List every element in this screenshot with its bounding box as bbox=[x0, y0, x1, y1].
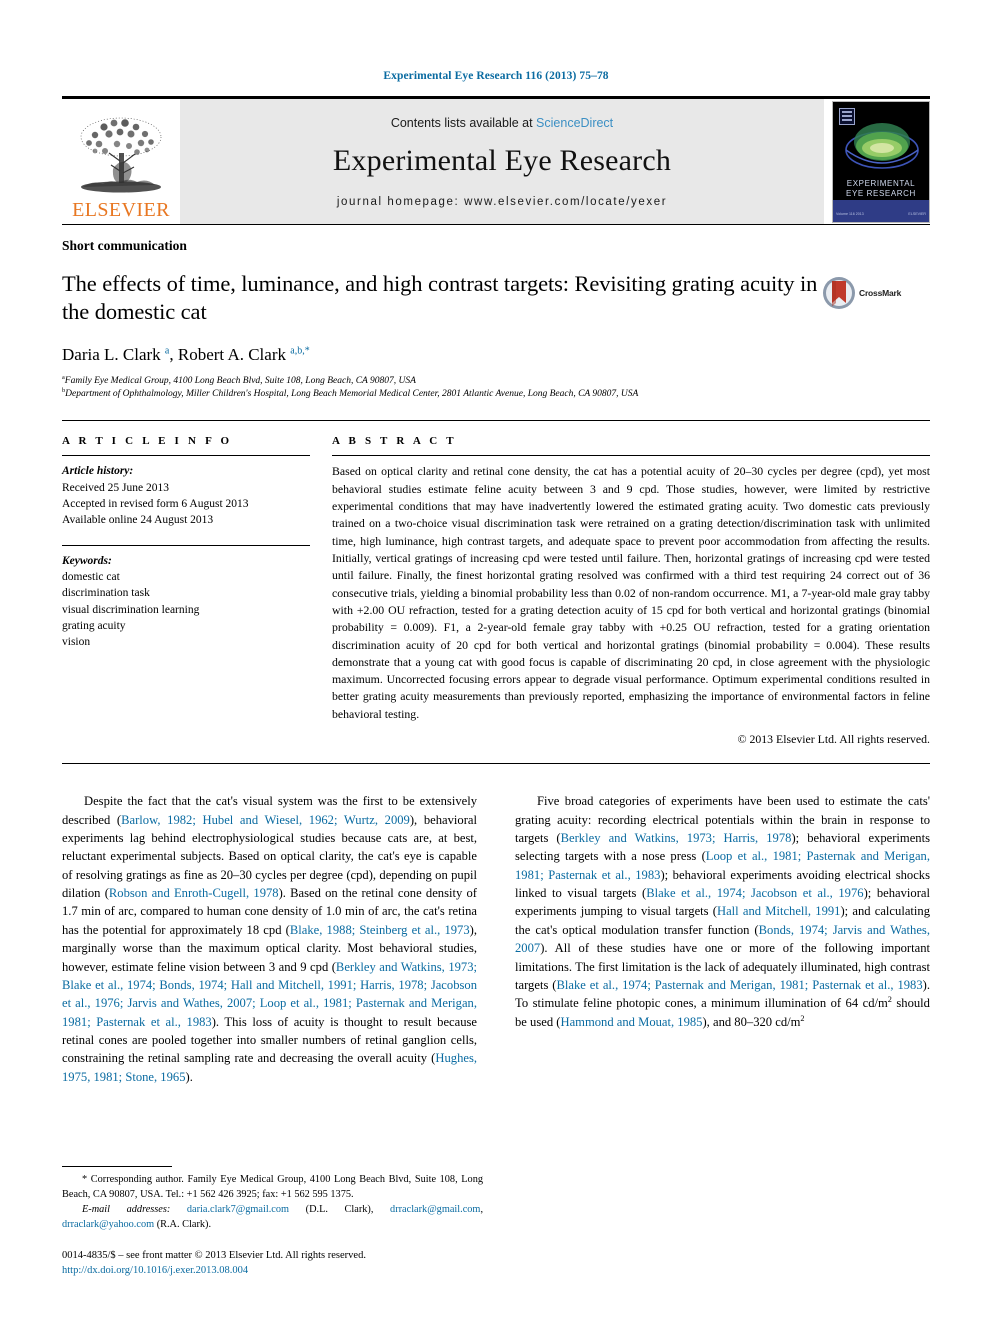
abstract-copyright: © 2013 Elsevier Ltd. All rights reserved… bbox=[737, 732, 930, 747]
crossmark-label: CrossMark bbox=[859, 288, 902, 298]
body-paragraph-1: Despite the fact that the cat's visual s… bbox=[62, 792, 477, 1086]
abstract-rule bbox=[332, 455, 930, 457]
author-list: Daria L. Clark a, Robert A. Clark a,b,* bbox=[62, 344, 310, 364]
doi-link[interactable]: http://dx.doi.org/10.1016/j.exer.2013.08… bbox=[62, 1265, 248, 1276]
citation-link[interactable]: Blake et al., 1974; Pasternak and Meriga… bbox=[556, 978, 922, 992]
affiliation-list: aFamily Eye Medical Group, 4100 Long Bea… bbox=[62, 374, 930, 403]
email1-owner: (D.L. Clark), bbox=[305, 1203, 374, 1215]
body-right-column: Five broad categories of experiments hav… bbox=[515, 792, 930, 1086]
author-affil-marker-a: a bbox=[164, 345, 170, 357]
history-item-received: Received 25 June 2013 bbox=[62, 481, 169, 494]
history-item-online: Available online 24 August 2013 bbox=[62, 514, 214, 527]
journal-homepage-link[interactable]: journal homepage: www.elsevier.com/locat… bbox=[337, 196, 667, 208]
article-info-rule bbox=[62, 455, 310, 457]
cover-footer-text: Volume 116 2013 ELSEVIER bbox=[836, 212, 926, 216]
cover-title-line1: EXPERIMENTAL bbox=[846, 178, 916, 188]
affiliation-b: bDepartment of Ophthalmology, Miller Chi… bbox=[62, 388, 930, 402]
page-title: The effects of time, luminance, and high… bbox=[62, 271, 818, 325]
keyword-item: domestic cat bbox=[62, 570, 120, 583]
keyword-item: discrimination task bbox=[62, 587, 150, 600]
cover-volume-text: Volume 116 2013 bbox=[836, 212, 864, 216]
keywords-label: Keywords: bbox=[62, 554, 112, 567]
affiliation-a: aFamily Eye Medical Group, 4100 Long Bea… bbox=[62, 374, 930, 389]
sciencedirect-link[interactable]: ScienceDirect bbox=[536, 116, 613, 130]
crossmark-badge[interactable]: CrossMark bbox=[822, 276, 914, 310]
email-link-robert-yahoo[interactable]: drraclark@yahoo.com bbox=[62, 1219, 154, 1230]
corresponding-author-note: * Corresponding author. Family Eye Medic… bbox=[62, 1173, 483, 1233]
corresponding-author-text: * Corresponding author. Family Eye Medic… bbox=[62, 1173, 483, 1200]
keyword-item: visual discrimination learning bbox=[62, 603, 200, 616]
email-link-daria[interactable]: daria.clark7@gmail.com bbox=[187, 1204, 289, 1215]
keywords-block: Keywords: domestic cat discrimination ta… bbox=[62, 553, 310, 651]
abstract-column: A B S T R A C T Based on optical clarity… bbox=[332, 435, 930, 747]
keyword-item: grating acuity bbox=[62, 619, 126, 632]
body-columns: Despite the fact that the cat's visual s… bbox=[62, 792, 930, 1086]
affiliation-a-text: Family Eye Medical Group, 4100 Long Beac… bbox=[64, 375, 416, 386]
contents-prefix: Contents lists available at bbox=[390, 115, 537, 130]
citation-link[interactable]: Blake et al., 1974; Jacobson et al., 197… bbox=[646, 886, 863, 900]
email-addresses-label: E-mail addresses: bbox=[82, 1203, 171, 1215]
history-item-accepted: Accepted in revised form 6 August 2013 bbox=[62, 497, 249, 510]
paper-page: Experimental Eye Research 116 (2013) 75–… bbox=[0, 0, 992, 1323]
footnote-area: * Corresponding author. Family Eye Medic… bbox=[62, 1165, 483, 1280]
abstract-text: Based on optical clarity and retinal con… bbox=[332, 464, 930, 721]
article-history-block: Article history: Received 25 June 2013 A… bbox=[62, 463, 310, 528]
cover-bottom-strip bbox=[833, 200, 929, 222]
abstract-heading: A B S T R A C T bbox=[332, 435, 457, 448]
email-link-robert-gmail[interactable]: drraclark@gmail.com bbox=[390, 1204, 480, 1215]
elsevier-tree-icon bbox=[80, 117, 162, 193]
cover-title: EXPERIMENTAL EYE RESEARCH bbox=[833, 179, 929, 199]
affiliation-b-text: Department of Ophthalmology, Miller Chil… bbox=[65, 389, 639, 400]
cover-image: EXPERIMENTAL EYE RESEARCH Volume 116 201… bbox=[832, 101, 930, 223]
issn-footer: 0014-4835/$ – see front matter © 2013 El… bbox=[62, 1248, 483, 1280]
body-paragraph-2: Five broad categories of experiments hav… bbox=[515, 792, 930, 1031]
body-left-column: Despite the fact that the cat's visual s… bbox=[62, 792, 477, 1086]
citation-link[interactable]: Berkley and Watkins, 1973; Harris, 1978 bbox=[561, 831, 792, 845]
title-row: The effects of time, luminance, and high… bbox=[62, 270, 930, 327]
citation-link[interactable]: Hall and Mitchell, 1991 bbox=[717, 904, 841, 918]
footnote-rule bbox=[62, 1165, 172, 1167]
units-superscript: 2 bbox=[800, 1013, 805, 1023]
info-abstract-band: A R T I C L E I N F O Article history: R… bbox=[62, 420, 930, 765]
email3-owner: (R.A. Clark). bbox=[156, 1218, 212, 1230]
elsevier-logo: ELSEVIER bbox=[62, 99, 180, 224]
issn-line: 0014-4835/$ – see front matter © 2013 El… bbox=[62, 1249, 366, 1261]
article-info-heading: A R T I C L E I N F O bbox=[62, 435, 233, 448]
journal-title: Experimental Eye Research bbox=[332, 143, 672, 177]
cover-publisher-text: ELSEVIER bbox=[908, 212, 926, 216]
cover-title-line2: EYE RESEARCH bbox=[846, 188, 916, 198]
para2-seg9: ), and 80–320 cd/m bbox=[702, 1014, 801, 1029]
journal-masthead: ELSEVIER Contents lists available at Sci… bbox=[62, 96, 930, 224]
article-section-type: Short communication bbox=[62, 238, 187, 253]
keyword-item: vision bbox=[62, 636, 91, 649]
masthead-bottom-rule bbox=[62, 224, 930, 225]
crossmark-icon bbox=[823, 277, 855, 309]
journal-band: Contents lists available at ScienceDirec… bbox=[180, 99, 824, 224]
citation-link[interactable]: Robson and Enroth-Cugell, 1978 bbox=[109, 886, 279, 900]
article-info-column: A R T I C L E I N F O Article history: R… bbox=[62, 435, 310, 747]
contents-available-line: Contents lists available at ScienceDirec… bbox=[391, 116, 613, 130]
keywords-rule bbox=[62, 544, 310, 546]
citation-link[interactable]: Barlow, 1982; Hubel and Wiesel, 1962; Wu… bbox=[121, 813, 410, 827]
para1-seg6: ). bbox=[185, 1069, 193, 1084]
citation-link[interactable]: Hammond and Mouat, 1985 bbox=[560, 1015, 702, 1029]
email-sep: , bbox=[480, 1203, 484, 1215]
article-history-label: Article history: bbox=[62, 465, 134, 478]
author-affil-marker-ab: a,b,* bbox=[290, 345, 310, 357]
running-head: Experimental Eye Research 116 (2013) 75–… bbox=[383, 70, 609, 82]
journal-cover-thumbnail[interactable]: EXPERIMENTAL EYE RESEARCH Volume 116 201… bbox=[832, 101, 930, 223]
citation-link[interactable]: Blake, 1988; Steinberg et al., 1973 bbox=[290, 923, 470, 937]
elsevier-wordmark: ELSEVIER bbox=[72, 199, 170, 221]
